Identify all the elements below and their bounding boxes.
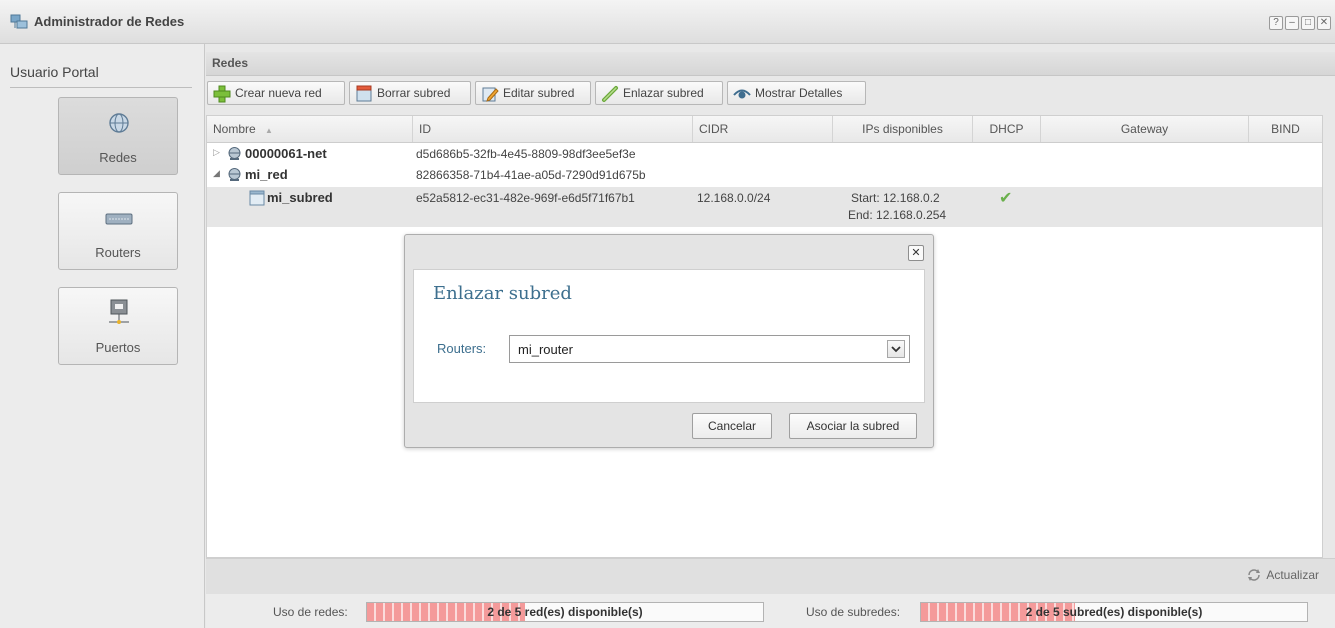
port-icon: [109, 299, 129, 324]
show-details-button[interactable]: Mostrar Detalles: [727, 81, 866, 105]
associate-subnet-button[interactable]: Asociar la subred: [789, 413, 917, 439]
delete-subnet-icon: [356, 85, 372, 102]
dialog-body: Enlazar subred Routers: mi_router: [413, 269, 925, 403]
dhcp-check-icon: ✔: [999, 190, 1013, 207]
network-globe-icon: [228, 168, 241, 181]
eye-icon: [733, 89, 751, 99]
network-name: 00000061-net: [245, 146, 327, 161]
router-icon: [105, 213, 133, 225]
network-admin-icon: [10, 14, 28, 29]
button-label: Editar subred: [503, 86, 575, 100]
close-window-button[interactable]: ✕: [1317, 16, 1331, 30]
maximize-button[interactable]: □: [1301, 16, 1315, 30]
network-id: d5d686b5-32fb-4e45-8809-98df3ee5ef3e: [416, 147, 636, 161]
networks-usage-text: 2 de 5 red(es) disponible(s): [487, 605, 643, 619]
column-header-id[interactable]: ID: [413, 116, 693, 142]
help-button[interactable]: ?: [1269, 16, 1283, 30]
panel-header: Redes: [206, 52, 1335, 76]
sidebar-item-redes[interactable]: Redes: [58, 97, 178, 175]
sidebar-item-routers[interactable]: Routers: [58, 192, 178, 270]
edit-subnet-button[interactable]: Editar subred: [475, 81, 591, 105]
sidebar: Usuario Portal Redes Routers Puertos: [0, 44, 205, 628]
network-globe-icon: [228, 147, 241, 160]
chevron-down-icon: [891, 346, 901, 353]
refresh-icon: [1248, 569, 1261, 581]
subnet-ips-end: End: 12.168.0.254: [848, 208, 947, 222]
subnet-name: mi_subred: [267, 190, 333, 205]
panel-title: Redes: [212, 56, 249, 70]
link-subnet-dialog: ✕ Enlazar subred Routers: mi_router Canc…: [404, 234, 934, 448]
collapse-icon[interactable]: ◢: [213, 168, 220, 179]
grid-header: Nombre ▲ ID CIDR IPs disponibles DHCP Ga…: [207, 116, 1322, 143]
link-icon: [602, 86, 618, 102]
column-header-cidr[interactable]: CIDR: [693, 116, 833, 142]
sidebar-item-puertos[interactable]: Puertos: [58, 287, 178, 365]
table-row[interactable]: ▷ 00000061-net d5d686b5-32fb-4e45-8809-9…: [207, 145, 1322, 163]
grid-footer: Actualizar: [206, 558, 1335, 594]
networks-usage-label: Uso de redes:: [273, 605, 348, 619]
delete-subnet-button[interactable]: Borrar subred: [349, 81, 471, 105]
networks-usage-bar: 2 de 5 red(es) disponible(s): [366, 602, 764, 622]
routers-field-label: Routers:: [437, 341, 487, 356]
create-network-button[interactable]: Crear nueva red: [207, 81, 345, 105]
toolbar: Crear nueva red Borrar subred Editar sub…: [206, 78, 1335, 112]
dropdown-button[interactable]: [887, 340, 905, 358]
subnet-cidr: 12.168.0.0/24: [697, 191, 771, 205]
subnets-usage-label: Uso de subredes:: [806, 605, 901, 619]
button-label: Borrar subred: [377, 86, 451, 100]
sidebar-divider: [10, 87, 192, 88]
refresh-button[interactable]: Actualizar: [1246, 568, 1319, 582]
table-row[interactable]: mi_subred e52a5812-ec31-482e-969f-e6d5f7…: [207, 187, 1322, 227]
expand-icon[interactable]: ▷: [213, 147, 220, 158]
cancel-button[interactable]: Cancelar: [692, 413, 772, 439]
column-header-dhcp[interactable]: DHCP: [973, 116, 1041, 142]
subnets-usage-bar: 2 de 5 subred(es) disponible(s): [920, 602, 1308, 622]
subnet-id: e52a5812-ec31-482e-969f-e6d5f71f67b1: [416, 191, 635, 205]
sidebar-title: Usuario Portal: [10, 64, 99, 80]
plus-icon: [213, 85, 231, 103]
sidebar-item-label: Redes: [99, 150, 137, 165]
dialog-close-button[interactable]: ✕: [908, 245, 924, 261]
subnet-icon: [249, 190, 265, 206]
dialog-title: Enlazar subred: [433, 283, 572, 304]
button-label: Mostrar Detalles: [755, 86, 843, 100]
usage-status: Uso de redes: 2 de 5 red(es) disponible(…: [206, 594, 1335, 628]
button-label: Crear nueva red: [235, 86, 322, 100]
sort-ascending-icon: ▲: [265, 126, 273, 135]
sidebar-item-label: Routers: [95, 245, 141, 260]
edit-icon: [482, 87, 499, 102]
routers-select-value: mi_router: [518, 342, 573, 357]
network-id: 82866358-71b4-41ae-a05d-7290d91d675b: [416, 168, 646, 182]
column-header-nombre[interactable]: Nombre ▲: [207, 116, 413, 142]
globe-icon: [109, 113, 129, 133]
refresh-label: Actualizar: [1266, 568, 1319, 582]
button-label: Enlazar subred: [623, 86, 704, 100]
link-subnet-button[interactable]: Enlazar subred: [595, 81, 723, 105]
minimize-button[interactable]: –: [1285, 16, 1299, 30]
subnet-ips-start: Start: 12.168.0.2: [851, 191, 940, 205]
routers-select[interactable]: mi_router: [509, 335, 910, 363]
window-titlebar: Administrador de Redes ? – □ ✕: [0, 0, 1335, 44]
column-header-bind[interactable]: BIND: [1249, 116, 1322, 142]
network-name: mi_red: [245, 167, 288, 182]
window-title: Administrador de Redes: [34, 14, 185, 29]
sidebar-item-label: Puertos: [95, 340, 141, 355]
table-row[interactable]: ◢ mi_red 82866358-71b4-41ae-a05d-7290d91…: [207, 166, 1322, 184]
column-header-ips[interactable]: IPs disponibles: [833, 116, 973, 142]
subnets-usage-text: 2 de 5 subred(es) disponible(s): [1025, 605, 1203, 619]
column-header-gateway[interactable]: Gateway: [1041, 116, 1249, 142]
